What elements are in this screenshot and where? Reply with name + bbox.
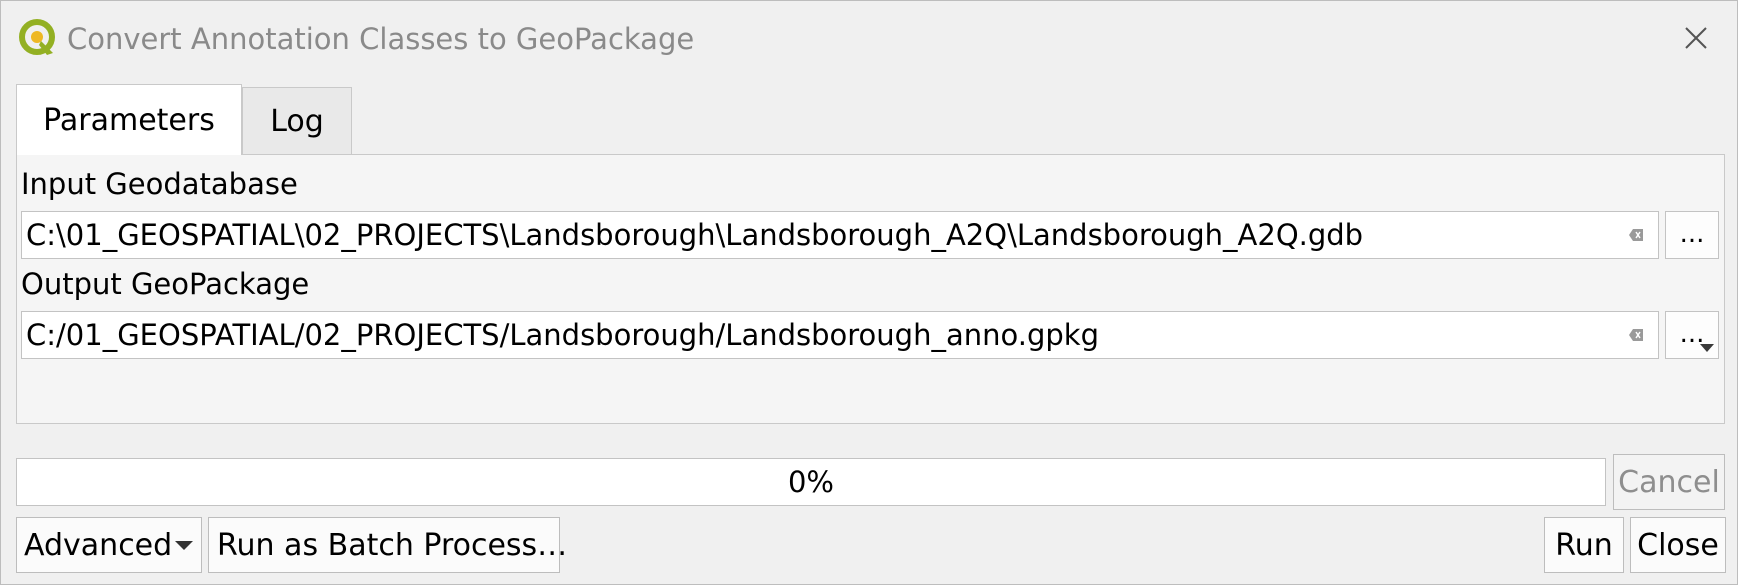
output-browse-button[interactable]: ...	[1665, 311, 1719, 359]
clear-text-icon[interactable]	[1628, 228, 1644, 242]
output-geopackage-value: C:/01_GEOSPATIAL/02_PROJECTS/Landsboroug…	[26, 318, 1099, 352]
cancel-button[interactable]: Cancel	[1613, 454, 1725, 510]
advanced-button[interactable]: Advanced	[16, 517, 202, 573]
chevron-down-icon	[1700, 344, 1714, 352]
progress-bar: 0%	[16, 458, 1606, 506]
input-geodatabase-value: C:\01_GEOSPATIAL\02_PROJECTS\Landsboroug…	[26, 218, 1364, 252]
close-icon[interactable]	[1681, 23, 1711, 53]
output-geopackage-field[interactable]: C:/01_GEOSPATIAL/02_PROJECTS/Landsboroug…	[21, 311, 1659, 359]
title-bar: Convert Annotation Classes to GeoPackage	[1, 1, 1737, 75]
qgis-logo-icon	[19, 19, 55, 55]
window-title: Convert Annotation Classes to GeoPackage	[67, 22, 695, 56]
chevron-down-icon	[175, 541, 193, 550]
close-button[interactable]: Close	[1630, 517, 1726, 573]
dialog-window: Convert Annotation Classes to GeoPackage…	[0, 0, 1738, 585]
run-button[interactable]: Run	[1544, 517, 1624, 573]
output-geopackage-label: Output GeoPackage	[21, 267, 310, 301]
advanced-button-label: Advanced	[24, 527, 173, 563]
input-geodatabase-field[interactable]: C:\01_GEOSPATIAL\02_PROJECTS\Landsboroug…	[21, 211, 1659, 259]
tab-log[interactable]: Log	[242, 87, 352, 155]
input-browse-button[interactable]: ...	[1665, 211, 1719, 259]
parameters-panel: Input Geodatabase C:\01_GEOSPATIAL\02_PR…	[16, 154, 1725, 424]
input-geodatabase-label: Input Geodatabase	[21, 167, 298, 201]
run-batch-button[interactable]: Run as Batch Process…	[208, 517, 567, 573]
clear-text-icon[interactable]	[1628, 328, 1644, 342]
tab-parameters[interactable]: Parameters	[16, 84, 242, 155]
progress-text: 0%	[787, 465, 834, 499]
